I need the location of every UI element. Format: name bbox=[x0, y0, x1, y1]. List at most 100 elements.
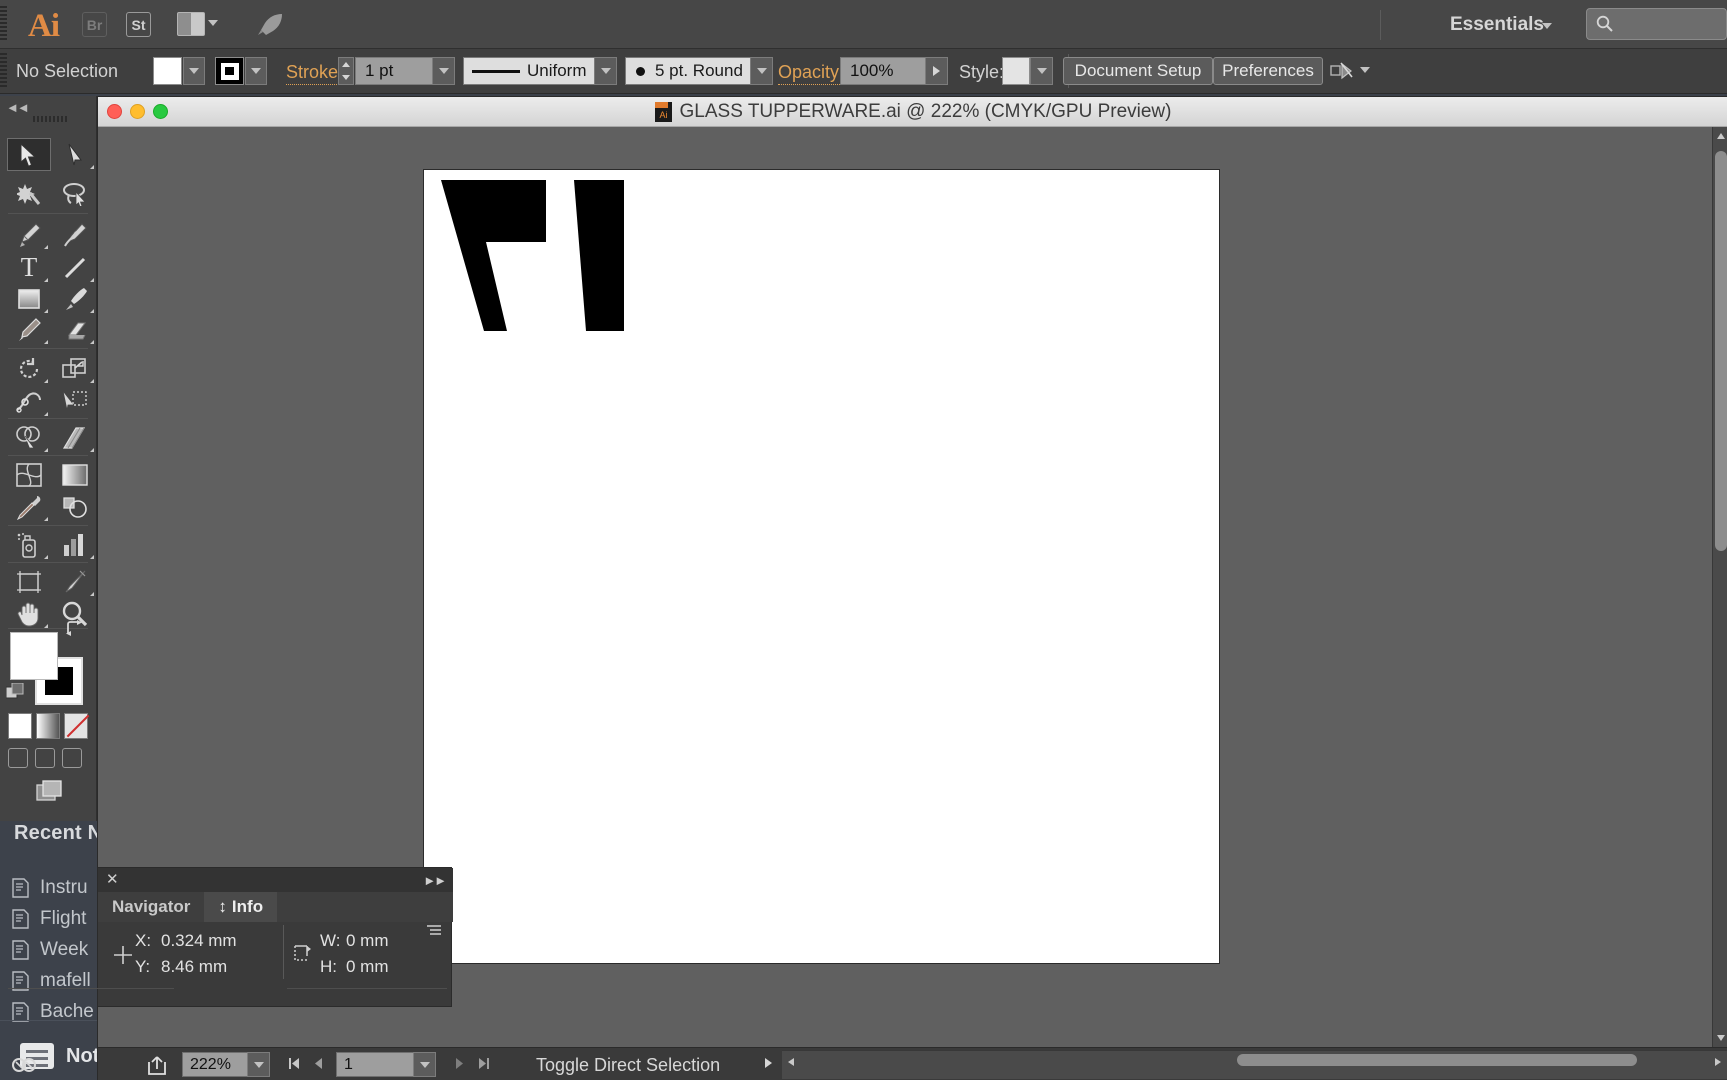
rocket-icon[interactable] bbox=[255, 12, 285, 38]
triangle-right-icon[interactable] bbox=[765, 1058, 772, 1068]
controlbar-grip-handle[interactable] bbox=[0, 53, 7, 89]
minimize-window-button[interactable] bbox=[130, 104, 145, 119]
arrange-documents-icon[interactable] bbox=[177, 12, 205, 36]
gradient-tool[interactable] bbox=[53, 458, 97, 491]
panel-titlebar[interactable]: ✕ ►► bbox=[98, 868, 453, 892]
gradient-mode-button[interactable] bbox=[36, 713, 60, 739]
draw-normal-button[interactable] bbox=[8, 748, 28, 768]
mesh-tool[interactable] bbox=[7, 458, 51, 491]
change-screen-mode-button[interactable] bbox=[36, 780, 64, 804]
symbol-sprayer-tool[interactable] bbox=[7, 528, 51, 561]
zoom-level-dropdown-button[interactable] bbox=[247, 1052, 270, 1077]
draw-inside-button[interactable] bbox=[62, 748, 82, 768]
tools-grip-handle[interactable] bbox=[33, 116, 67, 122]
chevron-down-icon[interactable] bbox=[1360, 67, 1370, 73]
eraser-tool[interactable] bbox=[53, 313, 97, 346]
first-artboard-icon[interactable] bbox=[288, 1057, 301, 1075]
align-to-pixel-grid-icon[interactable] bbox=[1330, 61, 1354, 81]
close-window-button[interactable] bbox=[107, 104, 122, 119]
horizontal-scrollbar-thumb[interactable] bbox=[1237, 1054, 1637, 1066]
rectangle-tool[interactable] bbox=[7, 282, 51, 315]
column-graph-tool[interactable] bbox=[53, 528, 97, 561]
fill-color-swatch[interactable] bbox=[10, 632, 58, 680]
tab-info[interactable]: ↕ Info bbox=[204, 892, 278, 922]
rotate-tool[interactable] bbox=[7, 352, 51, 385]
close-panel-icon[interactable]: ✕ bbox=[106, 872, 119, 887]
next-artboard-icon[interactable] bbox=[454, 1057, 465, 1075]
black-letterform-artwork[interactable] bbox=[434, 176, 639, 331]
shape-builder-tool[interactable] bbox=[7, 421, 51, 454]
draw-behind-button[interactable] bbox=[35, 748, 55, 768]
previous-artboard-icon[interactable] bbox=[313, 1057, 324, 1075]
menubar-grip-handle[interactable] bbox=[0, 6, 7, 42]
color-mode-button[interactable] bbox=[8, 713, 32, 739]
document-titlebar[interactable]: Ai GLASS TUPPERWARE.ai @ 222% (CMYK/GPU … bbox=[98, 97, 1727, 127]
perspective-grid-tool[interactable] bbox=[53, 421, 97, 454]
last-artboard-icon[interactable] bbox=[477, 1057, 490, 1075]
opacity-dropdown-button[interactable] bbox=[925, 57, 948, 85]
brush-definition-select[interactable]: 5 pt. Round bbox=[625, 57, 751, 85]
opacity-label[interactable]: Opacity: bbox=[778, 62, 845, 85]
stroke-dropdown-button[interactable] bbox=[245, 57, 267, 85]
scroll-left-icon[interactable] bbox=[788, 1058, 794, 1066]
preferences-button[interactable]: Preferences bbox=[1213, 57, 1323, 85]
artboard-tool[interactable] bbox=[7, 565, 51, 598]
curvature-tool[interactable] bbox=[53, 218, 97, 251]
brush-dropdown-button[interactable] bbox=[750, 57, 773, 85]
swap-fill-stroke-icon[interactable] bbox=[65, 620, 83, 636]
direct-selection-tool[interactable] bbox=[53, 138, 97, 171]
stroke-weight-stepper[interactable] bbox=[338, 57, 354, 85]
artboard-number-dropdown-button[interactable] bbox=[413, 1052, 436, 1077]
bridge-button[interactable]: Br bbox=[82, 12, 107, 37]
stroke-weight-input[interactable]: 1 pt bbox=[355, 57, 433, 85]
fill-color-swatch[interactable] bbox=[153, 57, 182, 85]
zoom-level-input[interactable]: 222% bbox=[182, 1052, 248, 1077]
scroll-down-icon[interactable] bbox=[1717, 1035, 1725, 1041]
stock-button[interactable]: St bbox=[126, 12, 151, 37]
vertical-scrollbar-thumb[interactable] bbox=[1715, 151, 1727, 551]
eyedropper-tool[interactable] bbox=[7, 490, 51, 523]
free-transform-tool[interactable] bbox=[53, 385, 97, 418]
line-segment-tool[interactable] bbox=[53, 251, 97, 284]
horizontal-scrollbar[interactable] bbox=[782, 1050, 1727, 1079]
stroke-weight-dropdown-button[interactable] bbox=[432, 57, 455, 85]
stroke-profile-dropdown-button[interactable] bbox=[594, 57, 617, 85]
scale-tool[interactable] bbox=[53, 352, 97, 385]
stroke-profile-select[interactable]: Uniform bbox=[463, 57, 595, 85]
pen-tool[interactable] bbox=[7, 218, 51, 251]
artboard-number-input[interactable]: 1 bbox=[336, 1052, 414, 1077]
stroke-label[interactable]: Stroke: bbox=[286, 62, 344, 85]
scroll-right-icon[interactable] bbox=[1715, 1058, 1721, 1066]
paintbrush-tool[interactable] bbox=[53, 282, 97, 315]
blend-tool[interactable] bbox=[53, 490, 97, 523]
stock-templates-icon[interactable] bbox=[12, 1056, 37, 1076]
style-dropdown-button[interactable] bbox=[1030, 57, 1053, 85]
artboard[interactable] bbox=[423, 169, 1220, 964]
graphic-style-swatch[interactable] bbox=[1002, 57, 1030, 85]
tab-navigator[interactable]: Navigator bbox=[98, 892, 204, 922]
share-document-icon[interactable] bbox=[147, 1055, 167, 1076]
stroke-color-swatch[interactable] bbox=[215, 57, 244, 85]
width-tool[interactable] bbox=[7, 385, 51, 418]
vertical-scrollbar[interactable] bbox=[1712, 127, 1727, 1047]
workspace-switcher[interactable]: Essentials bbox=[1450, 14, 1544, 36]
document-setup-button[interactable]: Document Setup bbox=[1063, 57, 1213, 85]
selection-tool[interactable] bbox=[7, 138, 51, 171]
none-mode-button[interactable] bbox=[64, 713, 88, 739]
slice-tool[interactable] bbox=[53, 565, 97, 598]
chevron-down-icon[interactable] bbox=[1542, 23, 1552, 29]
pencil-tool[interactable] bbox=[7, 313, 51, 346]
fill-dropdown-button[interactable] bbox=[183, 57, 205, 85]
collapse-panel-icon[interactable]: ◄◄ bbox=[6, 100, 30, 115]
type-tool[interactable]: T bbox=[7, 251, 51, 284]
hand-tool[interactable] bbox=[7, 597, 51, 630]
default-fill-stroke-icon[interactable] bbox=[5, 682, 24, 700]
collapse-panel-icon[interactable]: ►► bbox=[423, 873, 447, 888]
magic-wand-tool[interactable] bbox=[7, 177, 51, 210]
chevron-down-icon[interactable] bbox=[208, 20, 218, 26]
scroll-up-icon[interactable] bbox=[1717, 133, 1725, 139]
maximize-window-button[interactable] bbox=[153, 104, 168, 119]
tool-flyout-indicator bbox=[86, 592, 94, 596]
lasso-tool[interactable] bbox=[53, 177, 97, 210]
opacity-input[interactable]: 100% bbox=[840, 57, 926, 85]
